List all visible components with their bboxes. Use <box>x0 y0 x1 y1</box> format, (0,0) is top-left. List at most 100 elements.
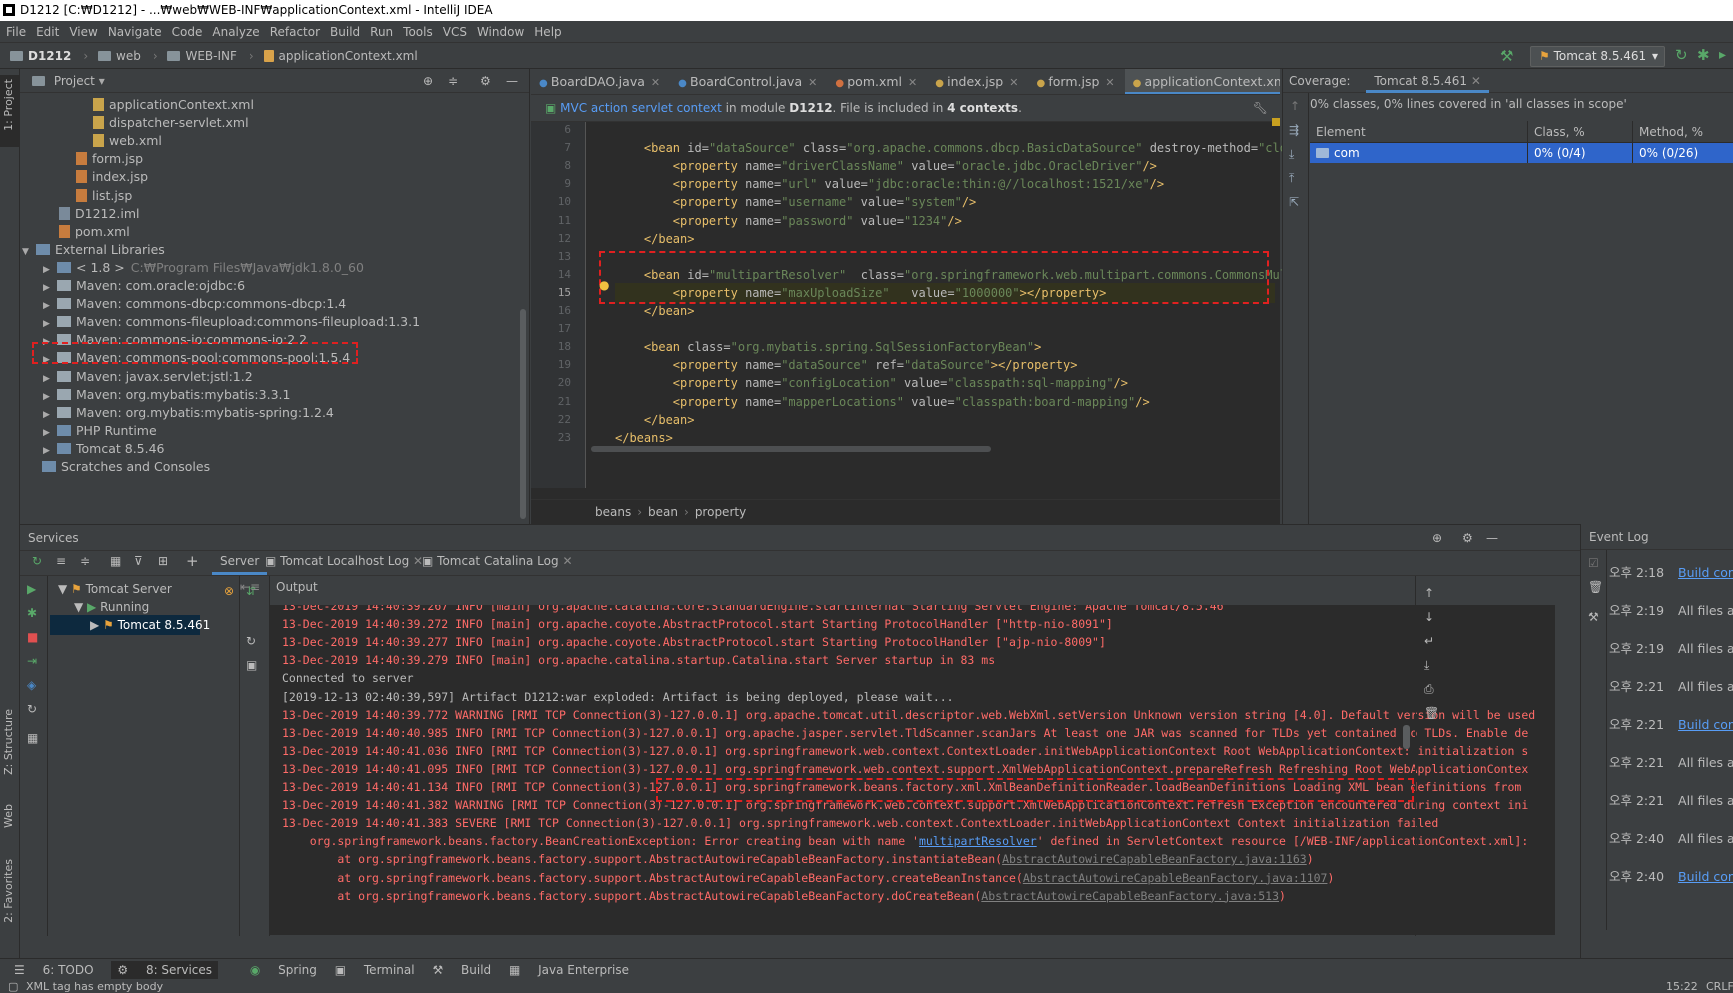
locate-icon[interactable]: ⊕ <box>1432 525 1442 551</box>
down-arrow-icon[interactable]: ↓ <box>1424 610 1434 624</box>
tree-item[interactable]: ▶ Maven: com.oracle:ojdbc:6 <box>43 276 245 296</box>
service-node[interactable]: ▼ ⚑ Tomcat Server <box>50 579 200 599</box>
print-icon[interactable]: ⎙ <box>1424 682 1434 697</box>
tree-item[interactable]: pom.xml <box>59 222 130 242</box>
expand-arrow-icon[interactable]: ▼ <box>58 582 71 596</box>
run-coverage-icon[interactable]: ▸ <box>1719 47 1726 63</box>
event-text[interactable]: Build comp <box>1678 717 1733 732</box>
add-icon[interactable]: + <box>186 552 199 570</box>
refresh-icon[interactable]: ↻ <box>32 554 42 568</box>
expand-arrow-icon[interactable]: ▼ <box>74 600 87 614</box>
wrench-icon[interactable]: 🔧︎ <box>1253 95 1268 122</box>
collapse-all-icon[interactable]: ≑ <box>80 554 90 568</box>
breadcrumb-webinf[interactable]: WEB-INF <box>167 43 237 69</box>
tree-item[interactable]: dispatcher-servlet.xml <box>93 113 249 133</box>
expand-all-icon[interactable]: ≡ <box>56 554 66 568</box>
menu-view[interactable]: View <box>69 25 97 39</box>
tree-item[interactable]: ▶ PHP Runtime <box>43 421 157 441</box>
expanded-arrow-icon[interactable]: ▼ <box>22 242 36 262</box>
tree-item[interactable]: ▶ Maven: commons-dbcp:commons-dbcp:1.4 <box>43 294 346 314</box>
column-header[interactable]: Class, % <box>1528 121 1633 143</box>
editor-tab[interactable]: ● form.jsp ✕ <box>1028 69 1124 94</box>
soft-wrap-icon[interactable]: ↵ <box>1424 634 1434 648</box>
breadcrumb-web[interactable]: web <box>98 43 141 69</box>
tree-item[interactable]: list.jsp <box>76 186 132 206</box>
close-icon[interactable]: ✕ <box>1009 76 1018 89</box>
tree-item[interactable]: Scratches and Consoles <box>42 457 210 477</box>
tree-item[interactable]: ▶ Tomcat 8.5.46 <box>43 439 165 459</box>
breadcrumb-project[interactable]: D1212 <box>10 43 71 69</box>
generate-report-icon[interactable]: ⤓ <box>1289 147 1294 162</box>
tool-tab-terminal[interactable]: ▣ Terminal <box>335 963 415 977</box>
code-line[interactable]: <bean class="org.mybatis.spring.SqlSessi… <box>615 337 1041 357</box>
crumb-beans[interactable]: beans <box>595 505 631 519</box>
coverage-tab[interactable]: Tomcat 8.5.461 ✕ <box>1366 69 1489 93</box>
tree-item[interactable]: web.xml <box>93 131 162 151</box>
wrench-icon[interactable]: ⚒ <box>1588 610 1599 624</box>
breadcrumb-file[interactable]: applicationContext.xml <box>263 43 418 69</box>
code-line[interactable]: <property name="mapperLocations" value="… <box>615 392 1150 412</box>
tree-item[interactable]: ▶ Maven: javax.servlet:jstl:1.2 <box>43 367 253 387</box>
event-text[interactable]: Build comp <box>1678 869 1733 884</box>
debug-icon[interactable]: ✱ <box>27 606 37 620</box>
close-icon[interactable]: ✕ <box>1105 76 1114 89</box>
code-line[interactable]: </bean> <box>615 410 695 430</box>
scroll-end-icon[interactable]: ⤓ <box>1424 658 1429 673</box>
tab-localhost-log[interactable]: ▣ Tomcat Localhost Log ✕ <box>265 554 423 568</box>
crumb-bean[interactable]: bean <box>648 505 678 519</box>
menu-edit[interactable]: Edit <box>36 25 59 39</box>
source-link[interactable]: AbstractAutowireCapableBeanFactory.java:… <box>1023 871 1328 885</box>
tool-tab-services[interactable]: ⚙ 8: Services <box>111 961 219 979</box>
tool-tab-spring[interactable]: ◉ Spring <box>236 963 317 977</box>
run-configuration-select[interactable]: ⚑ Tomcat 8.5.461 ▾ <box>1530 46 1665 67</box>
caret-position[interactable]: 15:22 <box>1666 980 1698 993</box>
close-icon[interactable]: ✕ <box>651 76 660 89</box>
menu-run[interactable]: Run <box>370 25 393 39</box>
rerun-icon[interactable]: ↻ <box>1675 46 1688 64</box>
source-link[interactable]: AbstractAutowireCapableBeanFactory.java:… <box>1002 852 1307 866</box>
tool-tab-project[interactable]: 1: Project <box>2 79 15 131</box>
tree-item[interactable]: ▶ Maven: commons-fileupload:commons-fileu… <box>43 312 420 332</box>
code-line[interactable]: <property name="configLocation" value="c… <box>615 373 1128 393</box>
inspection-status-icon[interactable] <box>1272 118 1280 126</box>
code-line[interactable]: <property name="dataSource" ref="dataSou… <box>615 355 1078 375</box>
menu-refactor[interactable]: Refactor <box>270 25 320 39</box>
collapse-all-icon[interactable]: ≑ <box>448 69 458 93</box>
code-line[interactable]: <property name="username" value="system"… <box>615 192 976 212</box>
stop-icon[interactable]: ■ <box>27 630 38 644</box>
source-link[interactable]: AbstractAutowireCapableBeanFactory.java:… <box>981 889 1279 903</box>
column-header[interactable]: Method, % <box>1633 121 1732 143</box>
clear-icon[interactable]: 🗑︎ <box>1588 580 1603 594</box>
export-icon[interactable]: ⇱ <box>1289 195 1299 209</box>
editor-tab[interactable]: ● pom.xml ✕ <box>827 69 927 94</box>
status-toggle-icon[interactable]: ▢ <box>8 980 18 993</box>
editor-tab[interactable]: ● applicationContext.xml✕ <box>1124 69 1280 94</box>
tab-catalina-log[interactable]: ▣ Tomcat Catalina Log ✕ <box>422 554 573 568</box>
menu-code[interactable]: Code <box>172 25 203 39</box>
tree-item[interactable]: form.jsp <box>76 149 143 169</box>
debug-bug-icon[interactable]: ✱ <box>1697 46 1710 64</box>
line-separator[interactable]: CRLF <box>1706 980 1733 993</box>
event-text[interactable]: Build comp <box>1678 565 1733 580</box>
gear-icon[interactable]: ⚙ <box>480 69 491 93</box>
editor-tab[interactable]: ● index.jsp ✕ <box>927 69 1028 94</box>
tree-item[interactable]: ▶ < 1.8 > C:₩Program Files₩Java₩jdk1.8.0_6… <box>43 258 364 278</box>
project-view-select[interactable]: Project <box>54 74 95 88</box>
crumb-property[interactable]: property <box>695 505 746 519</box>
editor-h-scrollbar[interactable] <box>591 446 991 452</box>
build-hammer-icon[interactable]: ⚒ <box>1500 47 1513 65</box>
tool-tab-web[interactable]: Web <box>2 804 15 828</box>
column-header[interactable]: Element <box>1310 121 1528 143</box>
code-line[interactable]: <property name="driverClassName" value="… <box>615 156 1157 176</box>
tool-tab-todo[interactable]: ☰ 6: TODO <box>14 963 94 977</box>
close-icon[interactable]: ✕ <box>908 76 917 89</box>
tool-tab-structure[interactable]: Z: Structure <box>2 709 15 775</box>
menu-window[interactable]: Window <box>477 25 524 39</box>
tool-tab-java-enterprise[interactable]: ▦ Java Enterprise <box>509 963 629 977</box>
menu-file[interactable]: File <box>6 25 26 39</box>
service-node[interactable]: ▼ ▶ Running <box>50 597 200 617</box>
mark-read-icon[interactable]: ☑ <box>1588 556 1599 570</box>
log-h-scrollbar[interactable] <box>270 937 1415 943</box>
bean-name-link[interactable]: multipartResolver <box>919 834 1037 848</box>
tree-item[interactable]: applicationContext.xml <box>93 95 254 115</box>
